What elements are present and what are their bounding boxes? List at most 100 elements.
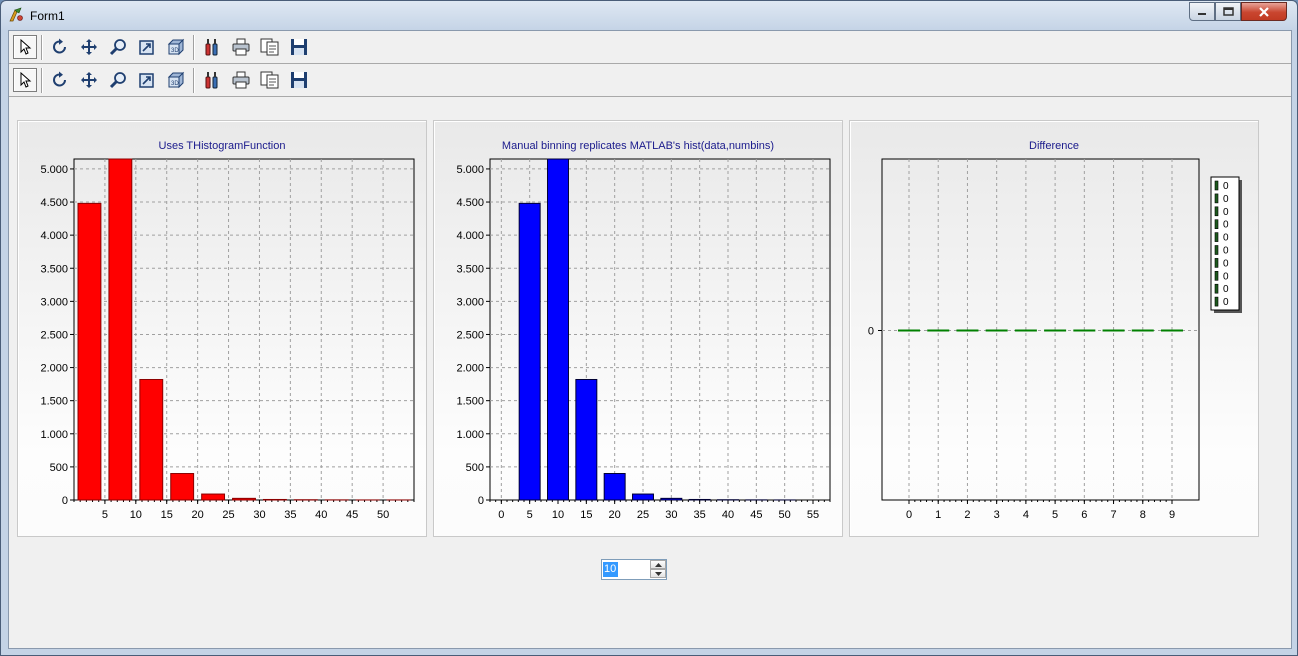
print-button[interactable] [229, 35, 253, 59]
manual-binning-chart[interactable]: Manual binning replicates MATLAB's hist(… [433, 120, 843, 537]
x-tick-label: 4 [1023, 509, 1029, 521]
zoom-extents-button[interactable] [135, 35, 159, 59]
x-tick-label: 25 [222, 509, 234, 521]
svg-text:3D: 3D [171, 48, 179, 54]
form-client-area: 3D 3D Uses THistogramFunction 0 500 1.00… [8, 30, 1292, 649]
numbins-value[interactable]: 10 [604, 563, 616, 575]
histogram-bar [688, 498, 711, 501]
x-tick-label: 45 [346, 509, 358, 521]
chart-editor-button[interactable] [200, 68, 224, 92]
difference-chart[interactable]: Difference 001234567890000000000 [849, 120, 1259, 537]
x-tick-label: 45 [750, 509, 762, 521]
editor-icon [205, 39, 218, 56]
toolbar-separator [193, 68, 195, 93]
y-tick-label: 500 [466, 462, 484, 474]
toolbar-separator [41, 35, 43, 60]
chart-plot-area[interactable]: 05001.0001.5002.0002.5003.0003.5004.0004… [18, 121, 428, 538]
print-button[interactable] [229, 68, 253, 92]
x-tick-label: 5 [102, 509, 108, 521]
pointer-button[interactable] [13, 35, 37, 59]
y-tick-label: 3.000 [456, 296, 484, 308]
move-button[interactable] [77, 68, 101, 92]
histogram-bar [547, 158, 569, 501]
x-tick-label: 8 [1140, 509, 1146, 521]
spin-up-button[interactable] [650, 560, 666, 569]
maximize-button[interactable] [1215, 2, 1241, 21]
spin-down-button[interactable] [650, 569, 666, 578]
zoom-extents-icon [139, 40, 154, 55]
plot-frame [489, 158, 831, 501]
y-tick-label: 4.000 [456, 230, 484, 242]
histogram-bar [232, 497, 256, 501]
app-icon [9, 7, 23, 22]
pointer-button[interactable] [13, 68, 37, 92]
minimize-button[interactable] [1189, 2, 1215, 21]
editor-icon [205, 72, 218, 89]
copy-icon [260, 38, 279, 56]
x-tick-label: 40 [722, 509, 734, 521]
close-button[interactable] [1241, 2, 1287, 21]
save-icon [291, 39, 307, 55]
legend-entry: 0 [1223, 271, 1229, 282]
legend-entry: 0 [1223, 220, 1229, 231]
x-tick-label: 50 [377, 509, 389, 521]
histogram-bar [201, 493, 226, 501]
legend-entry: 0 [1223, 233, 1229, 244]
chart-plot-area[interactable]: 00 1 2 3 4 5 6 7 8 90000000000 [850, 121, 1260, 538]
rotate-button[interactable] [48, 35, 72, 59]
arrow-up-icon [654, 562, 662, 567]
zoom-button[interactable] [106, 35, 130, 59]
zoom-extents-icon [139, 73, 154, 88]
x-tick-label: 1 [935, 509, 941, 521]
save-button[interactable] [287, 35, 311, 59]
y-tick-label: 1.000 [456, 429, 484, 441]
title-bar[interactable]: Form1 [1, 1, 1297, 27]
legend-swatch [1214, 296, 1219, 307]
zoom-icon [109, 39, 126, 56]
zoom-button[interactable] [106, 68, 130, 92]
copy-button[interactable] [258, 68, 282, 92]
y-tick-label: 2.500 [456, 329, 484, 341]
chart-plot-area[interactable]: 05001.0001.5002.0002.5003.0003.5004.0004… [434, 121, 844, 538]
legend-swatch [1214, 219, 1219, 229]
zoom-extents-button[interactable] [135, 68, 159, 92]
histogram-bar [575, 378, 598, 501]
legend-entry: 0 [1223, 181, 1229, 192]
save-button[interactable] [287, 68, 311, 92]
legend-swatch [1214, 180, 1219, 191]
3d-view-button[interactable]: 3D [164, 68, 188, 92]
legend-entry: 0 [1223, 207, 1229, 218]
y-tick-label: 1.000 [40, 429, 68, 441]
histogram-bar [603, 473, 626, 501]
histogram-bar [660, 497, 683, 501]
move-icon [81, 72, 97, 88]
legend-entry: 0 [1223, 297, 1229, 308]
x-tick-label: 3 [994, 509, 1000, 521]
x-tick-label: 20 [192, 509, 204, 521]
legend-swatch [1214, 232, 1219, 242]
y-tick-label: 5.000 [40, 164, 68, 176]
histogram-bar [632, 493, 654, 501]
chart-editor-button[interactable] [200, 35, 224, 59]
histogram-bar [518, 202, 541, 501]
x-tick-label: 10 [130, 509, 142, 521]
copy-button[interactable] [258, 35, 282, 59]
rotate-button[interactable] [48, 68, 72, 92]
histogram-bar [170, 473, 195, 501]
window-title: Form1 [30, 9, 65, 23]
print-icon [232, 71, 250, 89]
x-tick-label: 10 [552, 509, 564, 521]
x-tick-label: 0 [906, 509, 912, 521]
move-button[interactable] [77, 35, 101, 59]
x-tick-label: 2 [964, 509, 970, 521]
legend-entry: 0 [1223, 194, 1229, 205]
3d-view-button[interactable]: 3D [164, 35, 188, 59]
histogram-function-chart[interactable]: Uses THistogramFunction 0 500 1.000 1.500 2.… [17, 120, 427, 537]
x-tick-label: 25 [637, 509, 649, 521]
histogram-bar [262, 498, 287, 501]
x-tick-label: 9 [1169, 509, 1175, 521]
rotate-icon [53, 38, 66, 54]
y-tick-label: 0 [478, 495, 484, 507]
x-tick-label: 7 [1110, 509, 1116, 521]
numbins-spin-edit[interactable]: 10 [601, 559, 667, 580]
